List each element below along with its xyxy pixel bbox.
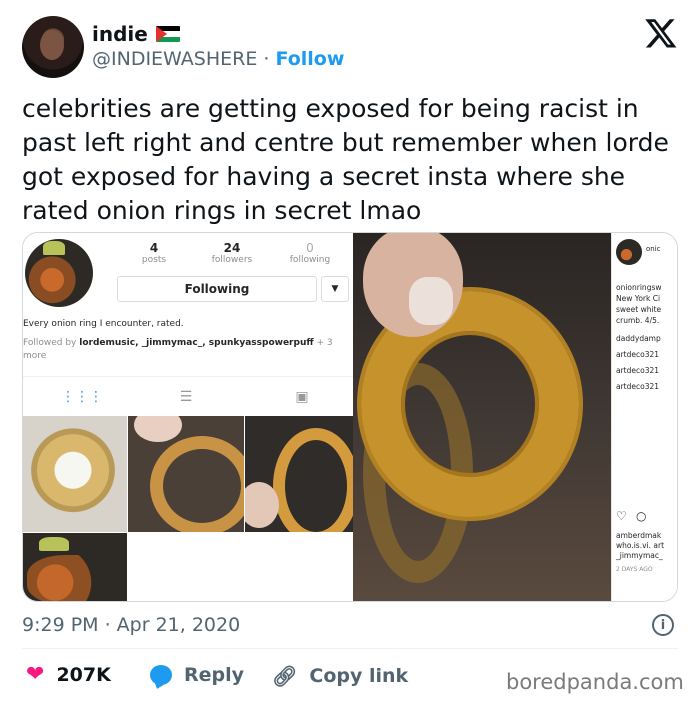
list-icon: ☰: [179, 389, 193, 405]
stat-following-value: 0: [306, 241, 314, 255]
post-username: onic: [646, 245, 661, 253]
post-thumbnail: [245, 416, 353, 532]
instagram-profile-screenshot: 4 posts 24 followers 0 following Followi…: [23, 233, 353, 601]
divider: [22, 648, 678, 649]
post-thumbnail: [23, 533, 127, 601]
heart-icon: ❤: [26, 662, 45, 687]
user-handle[interactable]: @INDIEWASHERE: [92, 48, 257, 70]
caption-line: New York Ci: [616, 294, 661, 303]
post-avatar: [616, 239, 642, 265]
liker-line: amberdmak: [616, 531, 662, 540]
liker-line: who.is.vi. art: [616, 541, 665, 550]
tweet-media[interactable]: 4 posts 24 followers 0 following Followi…: [22, 232, 678, 602]
tagged-icon: ▣: [295, 389, 309, 405]
separator-dot: ·: [263, 48, 270, 70]
display-name[interactable]: indie: [92, 22, 148, 46]
stat-followers-value: 24: [223, 241, 241, 255]
reply-icon: [150, 665, 172, 685]
caret-down-icon: ▼: [321, 276, 349, 302]
followed-by-names: lordemusic, _jimmymac_, spunkyasspowerpu…: [79, 338, 314, 348]
stat-followers-label: followers: [211, 255, 253, 265]
like-count: 207K: [56, 664, 111, 686]
user-name-row: indie: [92, 22, 180, 46]
watermark: boredpanda.com: [506, 670, 684, 694]
stat-following: 0 following: [275, 241, 345, 265]
caption-line: crumb. 4/5.: [616, 316, 660, 325]
flag-icon: [155, 26, 180, 42]
post-thumbnail: [128, 416, 244, 532]
heart-outline-icon: ♡: [616, 509, 627, 523]
x-logo-icon[interactable]: [644, 16, 678, 50]
grid-icon: ⋮⋮⋮: [61, 389, 103, 405]
link-icon: 🔗︎: [272, 664, 298, 688]
stat-posts: 4 posts: [119, 241, 189, 265]
comment-line: artdeco321: [616, 350, 660, 359]
reply-label: Reply: [184, 664, 245, 686]
stat-following-label: following: [289, 255, 331, 265]
copy-link-button[interactable]: 🔗︎ Copy link: [272, 664, 408, 688]
post-time-ago: 2 DAYS AGO: [616, 566, 653, 573]
stat-followers: 24 followers: [197, 241, 267, 265]
tweet-text: celebrities are getting exposed for bein…: [22, 94, 669, 225]
caption-line: onionringsw: [616, 283, 662, 292]
instagram-profile-picture: [25, 239, 93, 307]
instagram-tabbar: ⋮⋮⋮ ☰ ▣: [23, 376, 353, 416]
handle-row: @INDIEWASHERE · Follow: [92, 48, 344, 70]
liker-line: _jimmymac_: [616, 551, 663, 560]
followed-by: Followed by lordemusic, _jimmymac_, spun…: [23, 337, 343, 363]
comment-icon: ○: [636, 509, 647, 523]
stat-posts-label: posts: [141, 255, 167, 265]
following-button: Following: [117, 276, 317, 302]
instagram-bio: Every onion ring I encounter, rated.: [23, 319, 184, 329]
stat-posts-value: 4: [149, 241, 159, 255]
comment-line: artdeco321: [616, 366, 660, 375]
comment-line: artdeco321: [616, 382, 660, 391]
instagram-post-sidebar: onic onionringsw New York Ci sweet white…: [611, 233, 677, 601]
caption-line: sweet white: [616, 305, 662, 314]
tweet-timestamp[interactable]: 9:29 PM · Apr 21, 2020: [22, 614, 240, 636]
onion-ring-photo: [353, 233, 611, 601]
follow-button[interactable]: Follow: [276, 48, 345, 70]
copy-link-label: Copy link: [309, 665, 409, 687]
reply-button[interactable]: Reply: [150, 664, 244, 686]
comment-line: daddydamp: [616, 334, 661, 343]
like-button[interactable]: ❤ 207K: [26, 662, 111, 687]
post-thumbnail: [23, 416, 127, 532]
followed-by-prefix: Followed by: [23, 338, 77, 348]
user-avatar[interactable]: [22, 16, 84, 78]
info-icon[interactable]: i: [652, 614, 674, 636]
